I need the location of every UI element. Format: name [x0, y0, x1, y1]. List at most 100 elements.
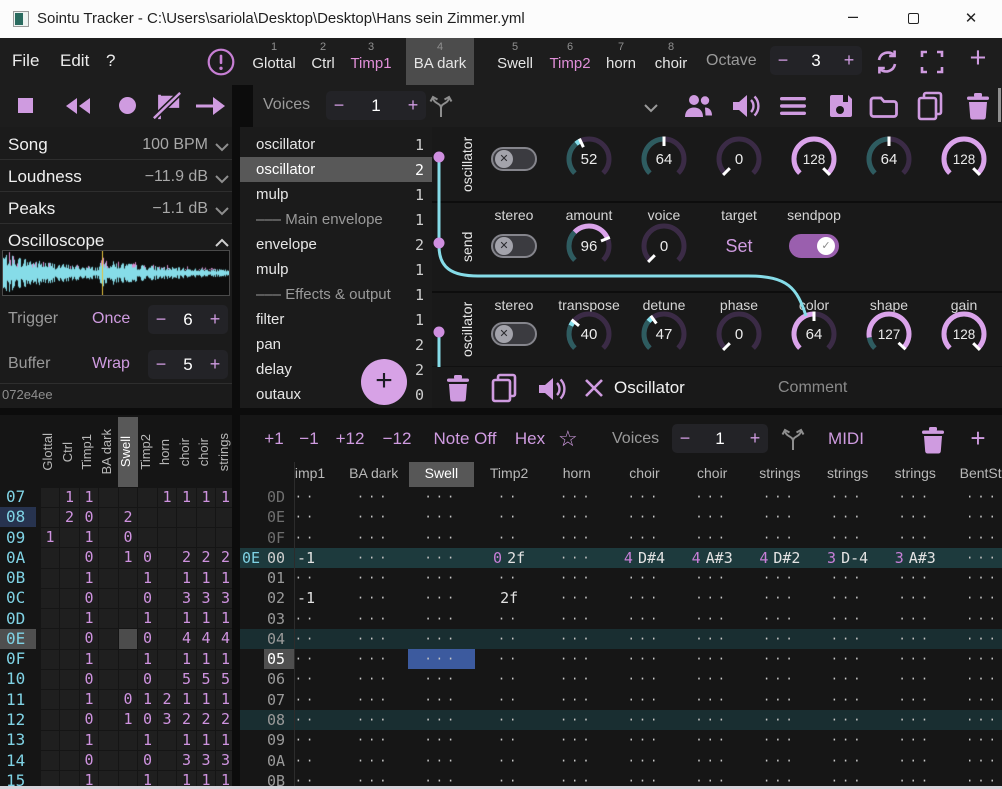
order-cell[interactable]: 1: [177, 609, 196, 628]
order-cell[interactable]: 4: [216, 629, 232, 648]
order-cell[interactable]: [60, 690, 79, 709]
pattern-cell[interactable]: ··: [295, 487, 340, 507]
order-cell[interactable]: [41, 751, 60, 770]
pattern-cell[interactable]: ···: [678, 751, 746, 771]
order-cell[interactable]: [158, 528, 177, 547]
pattern-cell[interactable]: 3D-4: [814, 548, 882, 568]
order-cell[interactable]: 0: [119, 528, 138, 547]
track-header-ba-dark[interactable]: BA dark: [340, 465, 408, 481]
pattern-cell[interactable]: ···: [543, 609, 611, 629]
pattern-cell[interactable]: ···: [543, 568, 611, 588]
order-cell[interactable]: 2: [119, 508, 138, 527]
split-track-icon[interactable]: [780, 426, 806, 457]
pattern-cell[interactable]: ··: [295, 751, 340, 771]
pattern-cell[interactable]: ···: [949, 568, 1002, 588]
pattern-cell[interactable]: ···: [746, 609, 814, 629]
order-cell[interactable]: [119, 629, 138, 648]
pattern-cell[interactable]: ···: [408, 568, 476, 588]
order-cell[interactable]: 4: [177, 629, 196, 648]
pattern-cell[interactable]: ···: [814, 690, 882, 710]
order-cell[interactable]: [41, 690, 60, 709]
pattern-cell[interactable]: ···: [340, 629, 408, 649]
pattern-cell[interactable]: ··: [295, 730, 340, 750]
order-cell[interactable]: [99, 710, 118, 729]
pattern-cell[interactable]: ···: [678, 588, 746, 608]
scrollbar-thumb[interactable]: [998, 88, 1001, 122]
order-cell[interactable]: 4: [197, 629, 216, 648]
order-cell[interactable]: 1: [197, 609, 216, 628]
order-cell[interactable]: [119, 751, 138, 770]
pattern-cell[interactable]: ···: [340, 751, 408, 771]
pattern-cell[interactable]: ···: [949, 548, 1002, 568]
transpose-up-12[interactable]: +12: [330, 429, 370, 449]
pattern-cell[interactable]: ···: [543, 548, 611, 568]
pattern-cell[interactable]: ···: [949, 669, 1002, 689]
order-cell[interactable]: 3: [197, 589, 216, 608]
pattern-cell[interactable]: ···: [340, 690, 408, 710]
transpose-up-1[interactable]: +1: [260, 429, 288, 449]
pattern-cell[interactable]: ···: [949, 730, 1002, 750]
hex-toggle[interactable]: Hex: [512, 429, 548, 449]
order-column-header-ctrl[interactable]: Ctrl: [60, 417, 80, 487]
play-button[interactable]: [194, 95, 228, 122]
order-cell[interactable]: [60, 629, 79, 648]
pattern-cell[interactable]: ···: [746, 690, 814, 710]
pattern-cell[interactable]: ···: [340, 507, 408, 527]
pattern-cell[interactable]: ···: [881, 588, 949, 608]
pattern-cell[interactable]: ···: [881, 649, 949, 669]
chevron-down-icon[interactable]: [214, 203, 230, 221]
unit-list-item[interactable]: mulp1: [240, 257, 432, 282]
record-button[interactable]: [119, 97, 136, 114]
order-cell[interactable]: 3: [177, 589, 196, 608]
order-cell[interactable]: 1: [177, 488, 196, 507]
order-cell[interactable]: 1: [158, 488, 177, 507]
order-column-header-timp2[interactable]: Timp2: [138, 417, 158, 487]
order-cell[interactable]: [158, 629, 177, 648]
solo-unit-icon[interactable]: [536, 375, 568, 408]
tab-instrument-horn[interactable]: 7horn: [599, 38, 643, 85]
order-cell[interactable]: 2: [177, 710, 196, 729]
order-column-header-ba-dark[interactable]: BA dark: [99, 417, 119, 487]
pattern-cell[interactable]: ···: [678, 487, 746, 507]
pattern-cell[interactable]: ···: [611, 669, 679, 689]
pattern-cell[interactable]: ···: [881, 487, 949, 507]
pattern-cell[interactable]: ···: [881, 568, 949, 588]
users-icon[interactable]: [682, 91, 714, 126]
order-cell[interactable]: 1: [197, 650, 216, 669]
maximize-button[interactable]: [908, 13, 919, 24]
order-cell[interactable]: [60, 650, 79, 669]
pattern-cell[interactable]: ···: [340, 487, 408, 507]
gain-knob[interactable]: 128: [936, 306, 992, 367]
order-cell[interactable]: 1: [138, 609, 157, 628]
order-cell[interactable]: [41, 650, 60, 669]
pattern-cell[interactable]: ···: [746, 710, 814, 730]
unit-list-item-selected[interactable]: oscillator2: [240, 157, 432, 182]
copy-icon[interactable]: [916, 91, 944, 126]
tab-instrument-timp2[interactable]: 6Timp2: [542, 38, 598, 85]
order-cell[interactable]: 2: [216, 710, 232, 729]
order-cell[interactable]: [158, 609, 177, 628]
tab-instrument-glottal[interactable]: 1Glottal: [245, 38, 303, 85]
pattern-cell[interactable]: ··: [295, 649, 340, 669]
pattern-cell[interactable]: ···: [543, 649, 611, 669]
pattern-cell[interactable]: ···: [881, 629, 949, 649]
pattern-cell[interactable]: ···: [340, 609, 408, 629]
order-cell[interactable]: 2: [197, 710, 216, 729]
detune-knob[interactable]: 47: [636, 306, 692, 367]
pattern-cell[interactable]: ···: [949, 710, 1002, 730]
pattern-cell[interactable]: ··: [295, 507, 340, 527]
add-track-button[interactable]: +: [963, 423, 993, 454]
order-cell[interactable]: [41, 589, 60, 608]
pattern-cell[interactable]: ···: [949, 609, 1002, 629]
delete-unit-icon[interactable]: [445, 374, 471, 407]
pattern-cell[interactable]: ··: [475, 690, 543, 710]
order-cell[interactable]: [158, 650, 177, 669]
pattern-cell[interactable]: ···: [408, 669, 476, 689]
param-knob[interactable]: 128: [786, 131, 842, 192]
order-cell[interactable]: [158, 731, 177, 750]
order-cell[interactable]: 1: [216, 569, 232, 588]
order-column-header-strings[interactable]: strings: [216, 417, 233, 487]
pattern-cell[interactable]: ···: [408, 730, 476, 750]
pattern-cell[interactable]: ···: [678, 528, 746, 548]
order-column-header-timp1[interactable]: Timp1: [79, 417, 99, 487]
